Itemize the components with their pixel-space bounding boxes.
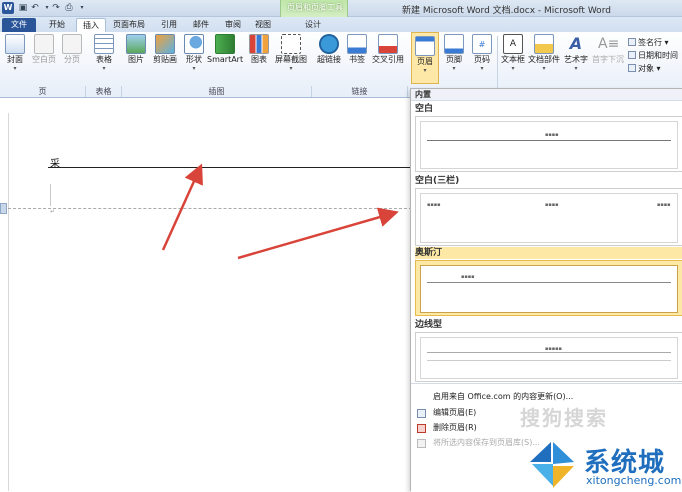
- brand-url: xitongcheng.com: [586, 474, 682, 487]
- save-to-gallery-icon: [417, 439, 426, 448]
- gallery-item-sideline[interactable]: ▪▪▪▪▪: [415, 332, 682, 382]
- annotation-arrow-2: [237, 207, 399, 260]
- watermark: 搜狗搜索: [520, 406, 608, 430]
- remove-header-icon: [417, 424, 426, 433]
- annotation-arrow-1: [161, 163, 203, 251]
- gallery-item-label: 边线型: [415, 320, 443, 330]
- gallery-heading: 内置: [411, 89, 682, 101]
- gallery-thumb: ▪▪▪▪: [420, 265, 678, 313]
- edit-header-label: 编辑页眉(E): [433, 408, 477, 417]
- gallery-item-label: 空白(三栏): [415, 176, 460, 186]
- brand-logo-icon: [530, 442, 574, 488]
- gallery-item-blank[interactable]: ▪▪▪▪: [415, 116, 682, 172]
- gallery-thumb: ▪▪▪▪: [420, 121, 678, 169]
- site-brand: 系统城 xitongcheng.com: [528, 440, 682, 491]
- remove-header-label: 删除页眉(R): [433, 423, 477, 432]
- gallery-thumb: ▪▪▪▪ ▪▪▪▪ ▪▪▪▪: [420, 193, 678, 243]
- more-headers-online-label: 启用来自 Office.com 的内容更新(O)...: [433, 392, 574, 401]
- save-selection-label: 将所选内容保存到页眉库(S)...: [433, 438, 540, 447]
- gallery-item-label: 奥斯汀: [415, 247, 682, 259]
- edit-header-icon: [417, 409, 426, 418]
- gallery-item-blank-three-column[interactable]: ▪▪▪▪ ▪▪▪▪ ▪▪▪▪: [415, 188, 682, 246]
- gallery-item-label: 空白: [415, 104, 434, 114]
- gallery-item-austin[interactable]: ▪▪▪▪: [415, 260, 682, 316]
- gallery-thumb: ▪▪▪▪▪: [420, 337, 678, 379]
